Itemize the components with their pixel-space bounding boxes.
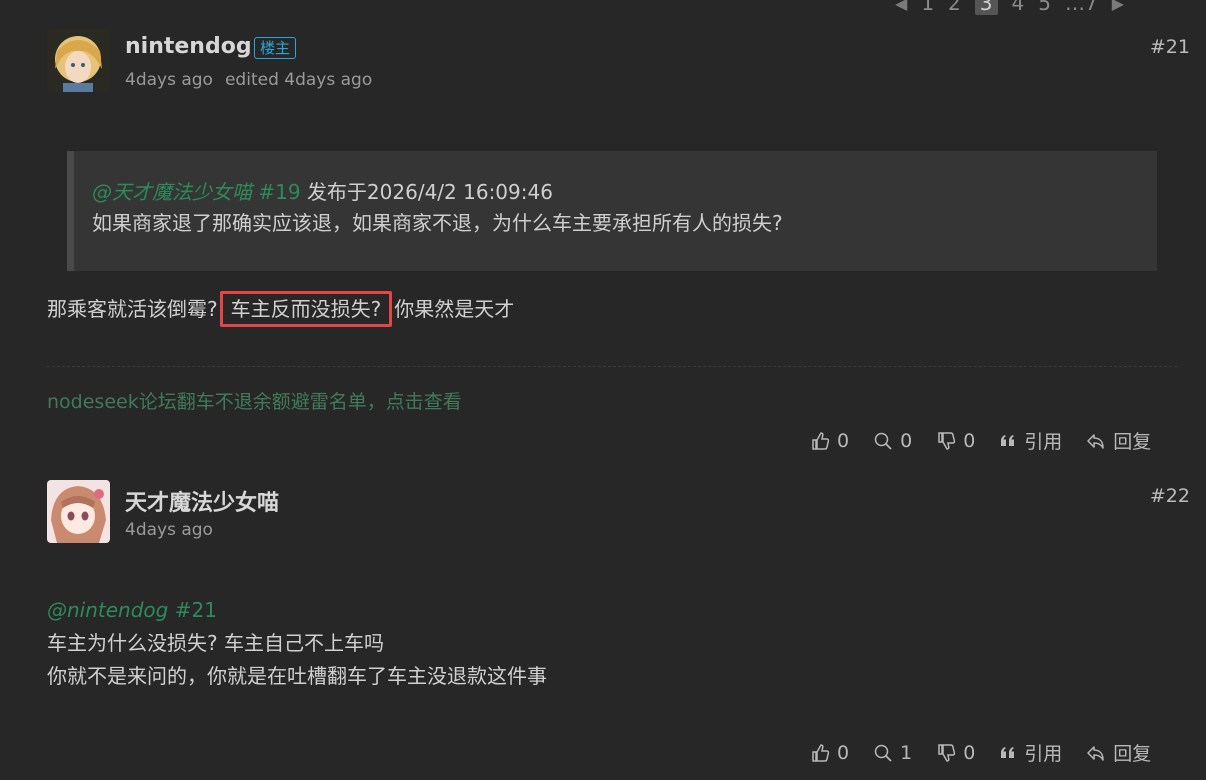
post-actions: 0 1 0 引用 回复 [810,739,1151,766]
mention-link[interactable]: @nintendog [47,598,168,622]
reply-icon [1087,745,1105,761]
reply-button[interactable]: 回复 [1086,427,1151,454]
post-actions: 0 0 0 引用 回复 [810,427,1151,454]
zoom-icon [874,432,892,450]
quote-text: 如果商家退了那确实应该退，如果商家不退，为什么车主要承担所有人的损失? [92,211,783,235]
quote-icon [1001,434,1015,446]
quote-header: @天才魔法少女喵 #19 发布于2026/4/2 16:09:46 [92,177,1135,207]
reply-button[interactable]: 回复 [1086,739,1151,766]
zoom-icon [874,744,892,762]
body-text-before: 那乘客就活该倒霉? [47,297,218,321]
signature-divider [47,366,1177,367]
post-body: 那乘客就活该倒霉? 车主反而没损失? 你果然是天才 [47,291,515,327]
dislike-count: 0 [963,741,976,764]
post-body: @nintendog #21 车主为什么没损失? 车主自己不上车吗 你就不是来问… [47,594,547,693]
username[interactable]: 天才魔法少女喵 [125,485,279,517]
page-5[interactable]: 5 [1038,0,1051,15]
page-3-current[interactable]: 3 [974,0,998,15]
quote-posted-time: 发布于2026/4/2 16:09:46 [306,180,553,204]
page-1[interactable]: 1 [921,0,934,15]
body-line-1: 车主为什么没损失? 车主自己不上车吗 [47,631,384,655]
op-badge: 楼主 [254,37,297,59]
thumbs-up-icon [812,431,830,450]
quote-icon [1001,746,1015,758]
username[interactable]: nintendog [125,34,252,59]
floor-number[interactable]: #21 [1150,36,1190,58]
thumbs-down-icon [938,431,956,450]
like-count: 0 [837,429,850,452]
prev-page-icon[interactable]: ◀ [895,0,907,13]
thumbs-down-icon [938,743,956,762]
edited-time: edited 4days ago [224,70,373,90]
thumbs-up-icon [812,743,830,762]
page-2[interactable]: 2 [948,0,961,15]
like-button[interactable]: 0 [810,430,849,452]
dislike-count: 0 [963,429,976,452]
search-button[interactable]: 1 [873,742,912,764]
avatar[interactable] [47,480,110,543]
like-count: 0 [837,741,850,764]
floor-number[interactable]: #22 [1150,485,1190,507]
post-time: 4days ago [125,70,213,90]
quote-label: 引用 [1024,431,1063,453]
quote-button[interactable]: 引用 [999,427,1062,454]
body-line-2: 你就不是来问的，你就是在吐槽翻车了车主没退款这件事 [47,664,547,688]
like-button[interactable]: 0 [810,742,849,764]
search-count: 1 [900,741,913,764]
quote-ref-link[interactable]: #19 [258,180,300,204]
quote-label: 引用 [1024,743,1063,765]
post-time: 4days ago [125,520,213,540]
page-4[interactable]: 4 [1012,0,1025,15]
signature-link[interactable]: nodeseek论坛翻车不退余额避雷名单，点击查看 [47,387,462,414]
post-meta: 4days ago edited 4days ago [125,70,384,90]
reply-label: 回复 [1113,431,1152,453]
avatar[interactable] [47,29,110,92]
next-page-icon[interactable]: ▶ [1112,0,1124,13]
quote-block: @天才魔法少女喵 #19 发布于2026/4/2 16:09:46 如果商家退了… [67,151,1157,271]
ref-link[interactable]: #21 [175,598,217,622]
reply-label: 回复 [1113,743,1152,765]
quote-button[interactable]: 引用 [999,739,1062,766]
pagination: ◀ 1 2 3 4 5 …7 ▶ [895,0,1138,16]
post-meta: 4days ago [125,520,225,540]
dislike-button[interactable]: 0 [936,430,975,452]
page-last[interactable]: …7 [1065,0,1098,15]
highlighted-text: 车主反而没损失? [219,291,393,327]
body-text-after: 你果然是天才 [394,297,515,321]
quote-mention-link[interactable]: @天才魔法少女喵 [92,180,252,204]
reply-icon [1087,433,1105,449]
search-count: 0 [900,429,913,452]
search-button[interactable]: 0 [873,430,912,452]
reply-header: @nintendog #21 [47,594,547,627]
dislike-button[interactable]: 0 [936,742,975,764]
